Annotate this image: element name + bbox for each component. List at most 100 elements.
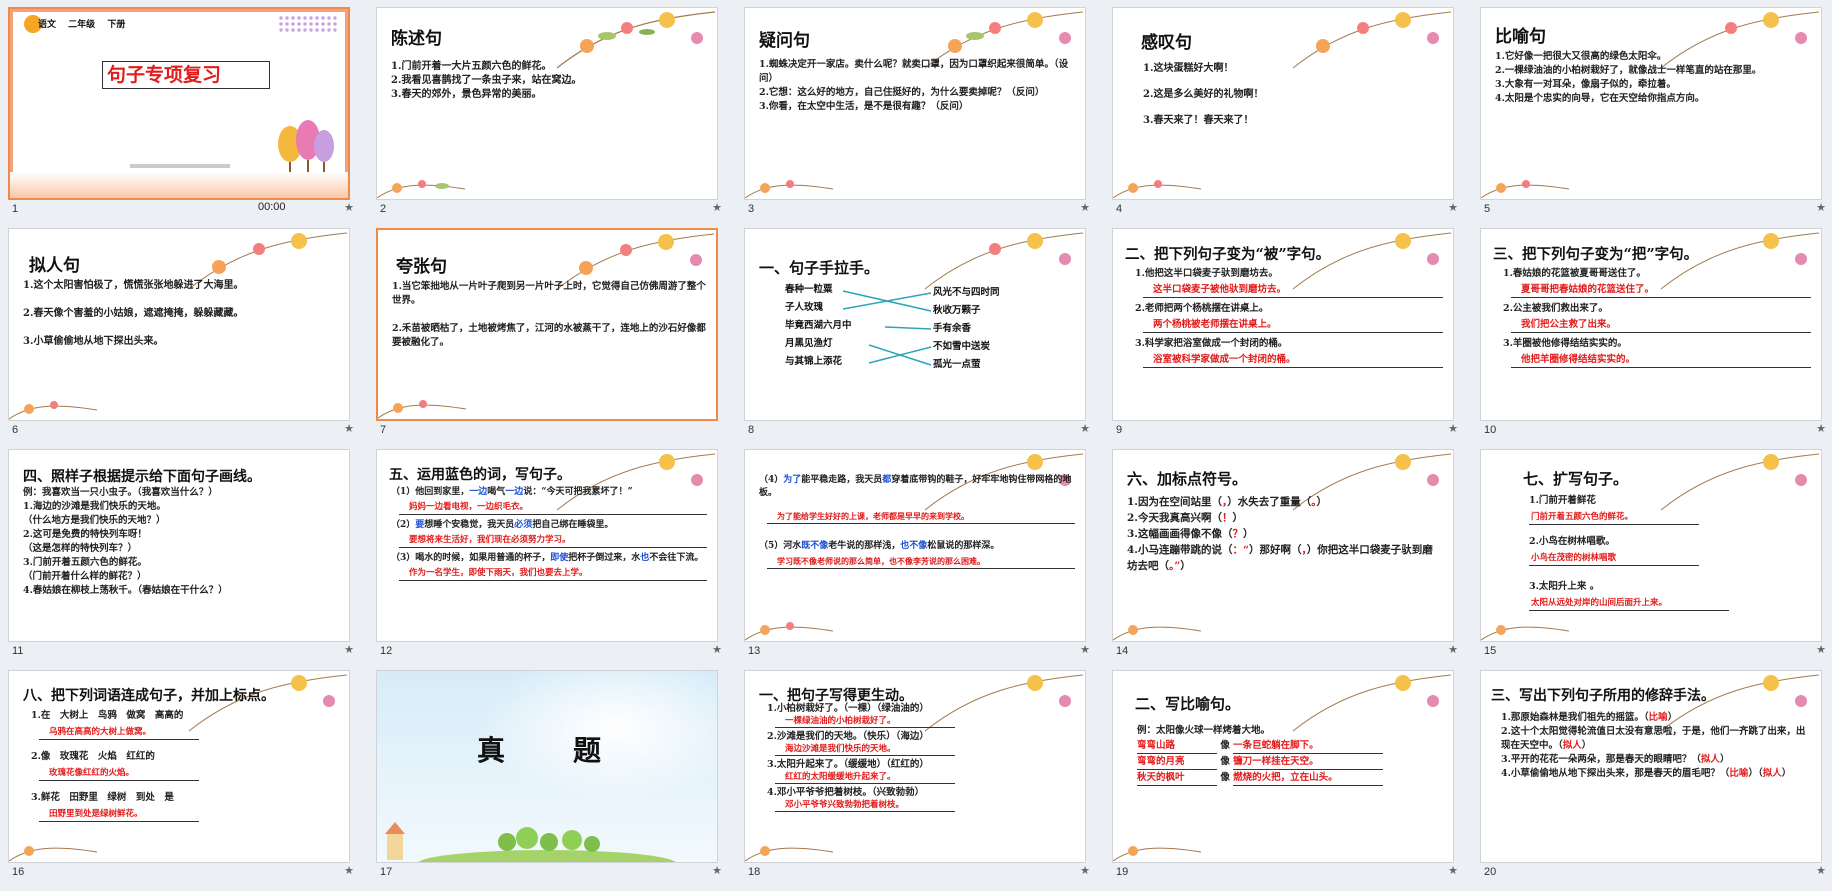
slide-title: 感叹句 — [1141, 33, 1192, 53]
slide-thumb-3[interactable]: 疑问句 1.蜘蛛决定开一家店。卖什么呢？就卖口罩，因为口罩织起来很简单。（设问）… — [736, 0, 1104, 221]
answer: 玫瑰花像红红的火焰。 — [39, 766, 199, 781]
slide-thumb-4[interactable]: 感叹句 1.这块蛋糕好大啊！ 2.这是多么美好的礼物啊！ 3.春天来了！春天来了… — [1104, 0, 1472, 221]
animation-star-icon[interactable]: ★ — [1816, 864, 1826, 877]
slide-number: 12 — [380, 645, 393, 657]
line: 2.这可是免费的特快列车呀！ — [23, 529, 147, 540]
grade-label: 二年级 — [68, 20, 96, 30]
animation-star-icon[interactable]: ★ — [1816, 201, 1826, 214]
slide-thumb-8[interactable]: 一、句子手拉手。 春种一粒粟 子人玫瑰 毕竟西湖六月中 月黑见渔灯 与其锦上添花… — [736, 221, 1104, 442]
animation-star-icon[interactable]: ★ — [1448, 864, 1458, 877]
sentence: 1.蜘蛛决定开一家店。卖什么呢？就卖口罩，因为口罩织起来很简单。（设问） — [759, 59, 1069, 84]
slide-title: 三、把下列句子变为“把”字句。 — [1493, 246, 1699, 263]
slide-number: 15 — [1484, 645, 1497, 657]
slide-thumb-17[interactable]: 真 题 17 ★ — [368, 663, 736, 884]
question: 4.邓小平爷爷把着树枝。（兴致勃勃） — [767, 787, 925, 798]
animation-star-icon[interactable]: ★ — [1448, 422, 1458, 435]
question: 2.公主被我们救出来了。 — [1503, 303, 1608, 314]
slide-16[interactable]: 八、把下列词语连成句子，并加上标点。 1.在 大树上 鸟鸦 做窝 高高的 乌鸦在… — [8, 670, 350, 863]
sentence: 1.这个太阳害怕极了，慌慌张张地躲进了大海里。 — [23, 280, 244, 291]
slide-thumb-5[interactable]: 比喻句 1.它好像一把很大又很高的绿色太阳伞。 2.一棵绿油油的小柏树栽好了，就… — [1472, 0, 1832, 221]
slide-6[interactable]: 拟人句 1.这个太阳害怕极了，慌慌张张地躲进了大海里。 2.春天像个害羞的小姑娘… — [8, 228, 350, 421]
animation-star-icon[interactable]: ★ — [344, 864, 354, 877]
text: 想睡个安稳觉，我天员 — [424, 520, 515, 530]
slide-thumb-14[interactable]: 六、加标点符号。 1.因为在空间站里（，）水失去了重量（。） 2.今天我真高兴啊… — [1104, 442, 1472, 663]
animation-star-icon[interactable]: ★ — [344, 422, 354, 435]
animation-star-icon[interactable]: ★ — [1816, 643, 1826, 656]
slide-thumb-7[interactable]: 夸张句 1.当它笨拙地从一片叶子爬到另一片叶子上时，它觉得自己仿佛周游了整个世界… — [368, 221, 736, 442]
animation-star-icon[interactable]: ★ — [344, 643, 354, 656]
slide-17[interactable]: 真 题 — [376, 670, 718, 863]
slide-14[interactable]: 六、加标点符号。 1.因为在空间站里（，）水失去了重量（。） 2.今天我真高兴啊… — [1112, 449, 1454, 642]
slide-thumb-11[interactable]: 四、照样子根据提示给下面句子画线。 例：我喜欢当一只小虫子。（我喜欢当什么？） … — [0, 442, 368, 663]
slide-19[interactable]: 二、写比喻句。 例：太阳像火球一样烤着大地。 弯弯山路 像 一条巨蛇躺在脚下。 … — [1112, 670, 1454, 863]
animation-star-icon[interactable]: ★ — [1448, 643, 1458, 656]
slide-thumb-12[interactable]: 五、运用蓝色的词，写句子。 （1）他回到家里，一边喝气一边说：“今天可把我累坏了… — [368, 442, 736, 663]
like-word: 像 — [1220, 772, 1230, 783]
animation-star-icon[interactable]: ★ — [1080, 422, 1090, 435]
exercise: （2）要想睡个安稳觉，我天员必须把自己绑在睡袋里。 — [391, 519, 707, 532]
exercise: （4）为了能平稳走路，我天员都穿着底带钩的鞋子，好牢牢地钩住带网格的地板。 — [759, 474, 1075, 500]
slide-8[interactable]: 一、句子手拉手。 春种一粒粟 子人玫瑰 毕竟西湖六月中 月黑见渔灯 与其锦上添花… — [744, 228, 1086, 421]
slide-5[interactable]: 比喻句 1.它好像一把很大又很高的绿色太阳伞。 2.一棵绿油油的小柏树栽好了，就… — [1480, 7, 1822, 200]
slide-thumb-13[interactable]: （4）为了能平稳走路，我天员都穿着底带钩的鞋子，好牢牢地钩住带网格的地板。 为了… — [736, 442, 1104, 663]
animation-star-icon[interactable]: ★ — [712, 643, 722, 656]
slide-number: 9 — [1116, 424, 1123, 436]
slide-number: 8 — [748, 424, 755, 436]
slide-thumb-15[interactable]: 七、扩写句子。 1.门前开着鲜花 门前开着五颜六色的鲜花。 2.小鸟在树林唱歌。… — [1472, 442, 1832, 663]
slide-13[interactable]: （4）为了能平稳走路，我天员都穿着底带钩的鞋子，好牢牢地钩住带网格的地板。 为了… — [744, 449, 1086, 642]
slide-title: 一、把句子写得更生动。 — [759, 688, 913, 704]
question: 2.像 玫瑰花 火焰 红红的 — [31, 751, 155, 762]
line: 3.门前开着五颜六色的鲜花。 — [23, 557, 147, 568]
animation-star-icon[interactable]: ★ — [712, 201, 722, 214]
slide-11[interactable]: 四、照样子根据提示给下面句子画线。 例：我喜欢当一只小虫子。（我喜欢当什么？） … — [8, 449, 350, 642]
sentence: 4.太阳是个忠实的向导，它在天空给你指点方向。 — [1495, 93, 1705, 104]
sentence: 2.我看见喜鹊找了一条虫子来，站在窝边。 — [391, 75, 582, 86]
slide-12[interactable]: 五、运用蓝色的词，写句子。 （1）他回到家里，一边喝气一边说：“今天可把我累坏了… — [376, 449, 718, 642]
answer: 一条巨蛇躺在脚下。 — [1233, 738, 1384, 754]
slide-15[interactable]: 七、扩写句子。 1.门前开着鲜花 门前开着五颜六色的鲜花。 2.小鸟在树林唱歌。… — [1480, 449, 1822, 642]
question: 2.沙滩是我们的天地。（快乐）（海边） — [767, 731, 929, 742]
slide-4[interactable]: 感叹句 1.这块蛋糕好大啊！ 2.这是多么美好的礼物啊！ 3.春天来了！春天来了… — [1112, 7, 1454, 200]
animation-star-icon[interactable]: ★ — [344, 201, 354, 214]
subject: 秋天的枫叶 — [1137, 770, 1217, 786]
slide-thumb-16[interactable]: 八、把下列词语连成句子，并加上标点。 1.在 大树上 鸟鸦 做窝 高高的 乌鸦在… — [0, 663, 368, 884]
keyword: 一边 — [469, 487, 488, 497]
slide-body: 1.这块蛋糕好大啊！ 2.这是多么美好的礼物啊！ 3.春天来了！春天来了！ — [1143, 56, 1443, 134]
slide-thumb-9[interactable]: 二、把下列句子变为“被”字句。 1.他把这半口袋麦子驮到磨坊去。 这半口袋麦子被… — [1104, 221, 1472, 442]
question: 3.太阳升起来了。（缓缓地）（红红的） — [767, 759, 929, 770]
question: 3.太阳升上来 。 — [1529, 581, 1600, 592]
text: 2.今天我真高兴啊 — [1127, 512, 1212, 524]
animation-star-icon[interactable]: ★ — [1448, 201, 1458, 214]
slide-20[interactable]: 三、写出下列句子所用的修辞手法。 1.那原始森林是我们祖先的摇篮。（比喻） 2.… — [1480, 670, 1822, 863]
slide-body: 1.当它笨拙地从一片叶子爬到另一片叶子上时，它觉得自己仿佛周游了整个世界。 2.… — [392, 280, 706, 350]
slide-number: 18 — [748, 866, 761, 878]
slide-10[interactable]: 三、把下列句子变为“把”字句。 1.春姑娘的花篮被夏哥哥送住了。 夏哥哥把春姑娘… — [1480, 228, 1822, 421]
answer: 镰刀一样挂在天空。 — [1233, 754, 1384, 770]
slide-number: 11 — [12, 645, 24, 657]
slide-number: 3 — [748, 203, 755, 215]
slide-thumb-10[interactable]: 三、把下列句子变为“把”字句。 1.春姑娘的花篮被夏哥哥送住了。 夏哥哥把春姑娘… — [1472, 221, 1832, 442]
slide-thumb-1[interactable]: 语文 二年级 下册 句子专项复习 1 00:00 ★ — [0, 0, 368, 221]
slide-3[interactable]: 疑问句 1.蜘蛛决定开一家店。卖什么呢？就卖口罩，因为口罩织起来很简单。（设问）… — [744, 7, 1086, 200]
answer: 红红的太阳缓缓地升起来了。 — [775, 771, 955, 784]
animation-star-icon[interactable]: ★ — [1080, 864, 1090, 877]
slide-thumb-6[interactable]: 拟人句 1.这个太阳害怕极了，慌慌张张地躲进了大海里。 2.春天像个害羞的小姑娘… — [0, 221, 368, 442]
slide-18[interactable]: 一、把句子写得更生动。 1.小柏树栽好了。（一棵）（绿油油的） 一棵绿油油的小柏… — [744, 670, 1086, 863]
slide-thumb-20[interactable]: 三、写出下列句子所用的修辞手法。 1.那原始森林是我们祖先的摇篮。（比喻） 2.… — [1472, 663, 1832, 884]
slide-7[interactable]: 夸张句 1.当它笨拙地从一片叶子爬到另一片叶子上时，它觉得自己仿佛周游了整个世界… — [376, 228, 718, 421]
exercise: （1）他回到家里，一边喝气一边说：“今天可把我累坏了！” — [391, 486, 707, 499]
slide-9[interactable]: 二、把下列句子变为“被”字句。 1.他把这半口袋麦子驮到磨坊去。 这半口袋麦子被… — [1112, 228, 1454, 421]
slide-1[interactable]: 语文 二年级 下册 句子专项复习 — [8, 7, 350, 200]
slide-2[interactable]: 陈述句 1.门前开着一大片五颜六色的鲜花。 2.我看见喜鹊找了一条虫子来，站在窝… — [376, 7, 718, 200]
slide-thumb-18[interactable]: 一、把句子写得更生动。 1.小柏树栽好了。（一棵）（绿油油的） 一棵绿油油的小柏… — [736, 663, 1104, 884]
text: 1.那原始森林是我们祖先的摇篮。（ — [1501, 712, 1649, 723]
animation-star-icon[interactable]: ★ — [1816, 422, 1826, 435]
keyword: 即使 — [550, 553, 569, 563]
animation-star-icon[interactable]: ★ — [712, 864, 722, 877]
slide-body: （4）为了能平稳走路，我天员都穿着底带钩的鞋子，好牢牢地钩住带网格的地板。 为了… — [759, 474, 1075, 573]
slide-thumb-19[interactable]: 二、写比喻句。 例：太阳像火球一样烤着大地。 弯弯山路 像 一条巨蛇躺在脚下。 … — [1104, 663, 1472, 884]
animation-star-icon[interactable]: ★ — [1080, 201, 1090, 214]
slide-thumb-2[interactable]: 陈述句 1.门前开着一大片五颜六色的鲜花。 2.我看见喜鹊找了一条虫子来，站在窝… — [368, 0, 736, 221]
animation-star-icon[interactable]: ★ — [1080, 643, 1090, 656]
slide-body: 1.小柏树栽好了。（一棵）（绿油油的） 一棵绿油油的小柏树栽好了。 2.沙滩是我… — [767, 703, 1075, 815]
